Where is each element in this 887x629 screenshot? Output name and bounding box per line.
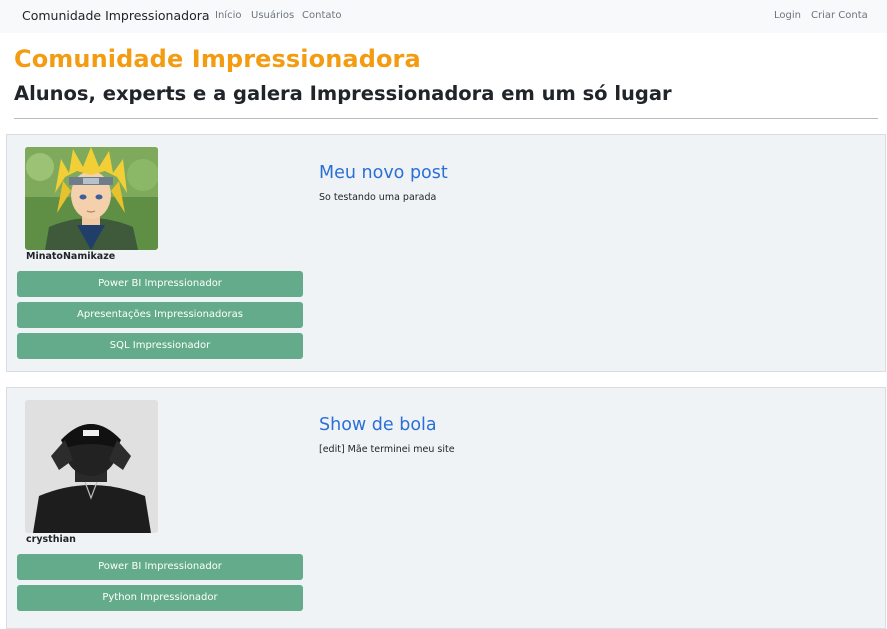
page-title: Comunidade Impressionadora: [14, 45, 421, 73]
person-photo-avatar-icon[interactable]: [25, 400, 158, 533]
navbar: Comunidade Impressionadora Início Usuári…: [0, 0, 887, 33]
post-title-link[interactable]: Meu novo post: [319, 163, 448, 183]
nav-link-home[interactable]: Início: [215, 10, 241, 21]
anime-character-avatar-icon[interactable]: [25, 147, 158, 250]
post-body-text: So testando uma parada: [319, 192, 437, 203]
course-badge-button[interactable]: Power BI Impressionador: [17, 271, 303, 297]
header-divider: [14, 118, 878, 119]
nav-link-login[interactable]: Login: [774, 10, 801, 21]
course-badge-button[interactable]: Power BI Impressionador: [17, 554, 303, 580]
navbar-brand[interactable]: Comunidade Impressionadora: [22, 8, 210, 23]
post-author-username[interactable]: crysthian: [26, 534, 76, 545]
post-card: MinatoNamikaze Power BI Impressionador A…: [6, 134, 886, 372]
post-author-username[interactable]: MinatoNamikaze: [26, 251, 115, 262]
nav-link-contact[interactable]: Contato: [302, 10, 342, 21]
nav-link-register[interactable]: Criar Conta: [811, 10, 868, 21]
post-card: crysthian Power BI Impressionador Python…: [6, 387, 886, 629]
course-badge-button[interactable]: Apresentações Impressionadoras: [17, 302, 303, 328]
post-body-text: [edit] Mãe terminei meu site: [319, 444, 455, 455]
course-badge-button[interactable]: SQL Impressionador: [17, 333, 303, 359]
nav-link-users[interactable]: Usuários: [251, 10, 294, 21]
post-title-link[interactable]: Show de bola: [319, 415, 437, 435]
page-subtitle: Alunos, experts e a galera Impressionado…: [14, 82, 672, 105]
course-badge-button[interactable]: Python Impressionador: [17, 585, 303, 611]
